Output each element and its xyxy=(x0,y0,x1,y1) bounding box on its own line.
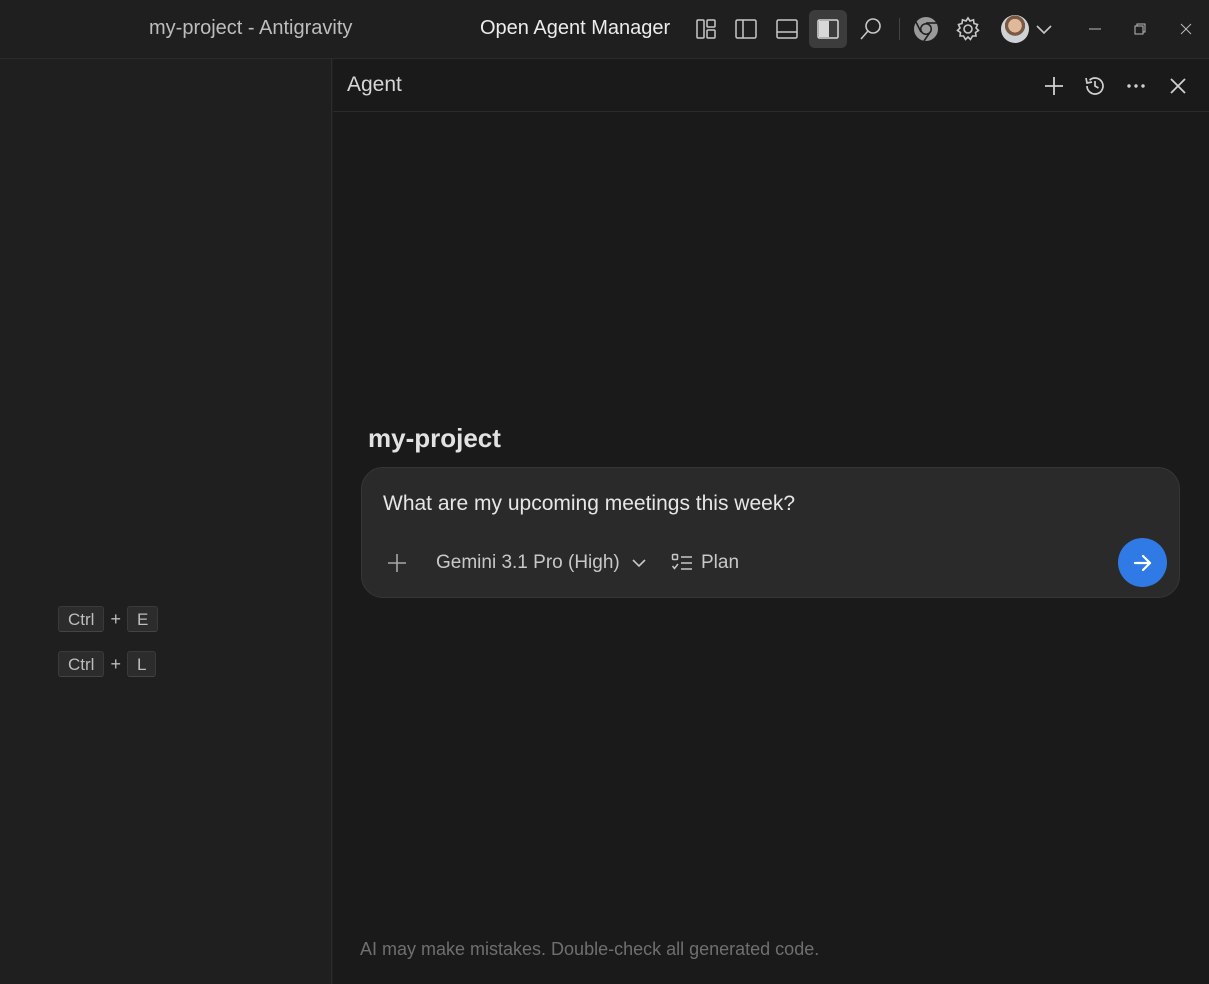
editor-area: Ctrl + E Ctrl + L xyxy=(0,59,332,984)
kbd-key: E xyxy=(126,606,159,632)
search-icon[interactable] xyxy=(852,10,890,48)
new-conversation-plus-icon[interactable] xyxy=(1040,72,1068,100)
chrome-icon[interactable] xyxy=(907,10,945,48)
agent-panel-header: Agent xyxy=(333,59,1209,112)
kbd-key: Ctrl xyxy=(58,606,105,632)
checklist-icon xyxy=(671,553,692,570)
chevron-down-icon xyxy=(632,559,646,568)
kbd-key: Ctrl xyxy=(58,651,105,677)
arrow-right-icon xyxy=(1133,554,1151,571)
shortcut-hint: Ctrl + L xyxy=(58,651,157,677)
add-context-plus-icon[interactable] xyxy=(384,550,410,576)
chevron-down-icon[interactable] xyxy=(1034,19,1054,39)
agent-panel: Agent my-project What are my upcoming me… xyxy=(333,59,1209,984)
toggle-secondary-sidebar-icon[interactable] xyxy=(809,10,847,48)
more-icon[interactable] xyxy=(1122,72,1150,100)
kbd-plus: + xyxy=(110,608,121,629)
toggle-panel-icon[interactable] xyxy=(768,10,806,48)
plan-mode-button[interactable]: Plan xyxy=(671,552,739,574)
titlebar-divider xyxy=(899,18,900,40)
shortcut-hint: Ctrl + E xyxy=(58,606,159,632)
model-selector-label: Gemini 3.1 Pro (High) xyxy=(436,552,620,573)
restore-icon[interactable] xyxy=(1128,17,1152,41)
close-window-icon[interactable] xyxy=(1174,17,1198,41)
plan-mode-label: Plan xyxy=(701,552,740,573)
ai-disclaimer: AI may make mistakes. Double-check all g… xyxy=(360,939,820,959)
agent-panel-title: Agent xyxy=(347,73,402,96)
open-agent-manager-button[interactable]: Open Agent Manager xyxy=(480,17,670,40)
customize-layout-icon[interactable] xyxy=(687,10,725,48)
send-button[interactable] xyxy=(1118,538,1167,587)
window-title: my-project - Antigravity xyxy=(149,17,353,39)
close-panel-icon[interactable] xyxy=(1164,72,1192,100)
toggle-primary-sidebar-icon[interactable] xyxy=(727,10,765,48)
model-selector[interactable]: Gemini 3.1 Pro (High) xyxy=(436,552,648,574)
project-name: my-project xyxy=(368,423,501,453)
chat-input[interactable] xyxy=(383,492,1143,516)
account-avatar[interactable] xyxy=(1001,15,1029,43)
history-icon[interactable] xyxy=(1081,72,1109,100)
kbd-plus: + xyxy=(110,653,121,674)
kbd-key: L xyxy=(126,651,157,677)
title-bar: my-project - Antigravity Open Agent Mana… xyxy=(0,0,1209,59)
settings-gear-icon[interactable] xyxy=(949,10,987,48)
minimize-icon[interactable] xyxy=(1083,17,1107,41)
chat-composer: Gemini 3.1 Pro (High) Plan xyxy=(361,467,1180,598)
